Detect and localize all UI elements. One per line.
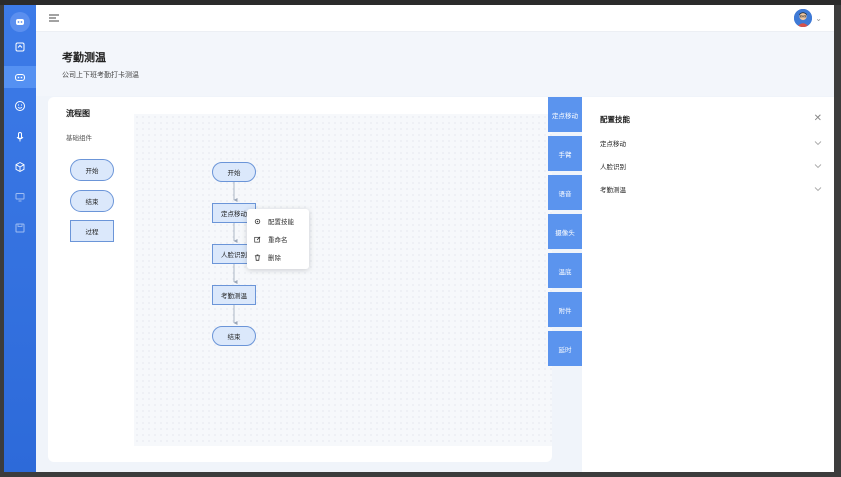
avatar[interactable] [794,9,812,27]
config-section-attendance[interactable]: 考勤测温 [600,184,822,198]
chevron-down-icon [814,164,822,169]
chevron-down-icon [814,141,822,146]
robot-icon[interactable] [4,66,36,88]
flow-connectors [233,182,238,325]
config-section-face[interactable]: 人脸识别 [600,161,822,175]
context-menu: 配置技能 重命名 删除 [247,209,309,269]
context-menu-configure[interactable]: 配置技能 [254,214,294,228]
app-root: ⌄ 考勤测温 公司上下班考勤打卡测温 流程图 基础组件 开始 结束 过程 开始 … [4,5,834,472]
config-section-move[interactable]: 定点移动 [600,138,822,152]
context-menu-rename[interactable]: 重命名 [254,232,288,246]
config-section-attendance-label: 考勤测温 [600,186,626,194]
flow-node-start[interactable]: 开始 [212,162,256,182]
palette-node-end[interactable]: 结束 [70,190,114,212]
page-header: 考勤测温 公司上下班考勤打卡测温 [36,32,834,96]
chevron-down-icon [814,187,822,192]
config-section-move-label: 定点移动 [600,140,626,148]
flow-node-attendance[interactable]: 考勤测温 [212,285,256,305]
palette-node-start[interactable]: 开始 [70,159,114,181]
trash-icon [254,253,261,261]
skill-tab-voice[interactable]: 语音 [548,175,582,210]
home-icon[interactable] [4,36,36,58]
context-menu-configure-label: 配置技能 [268,218,294,226]
skill-tab-arm[interactable]: 手臂 [548,136,582,171]
config-panel-title: 配置技能 [600,115,630,124]
palette-group-label: 基础组件 [66,134,92,142]
skill-tab-base[interactable]: 温底 [548,253,582,288]
flow-node-end[interactable]: 结束 [212,326,256,346]
chevron-down-icon[interactable]: ⌄ [815,14,822,23]
flow-editor-title: 流程图 [66,109,90,118]
microphone-icon[interactable] [4,126,36,148]
context-menu-delete[interactable]: 删除 [254,250,281,264]
page-subtitle: 公司上下班考勤打卡测温 [62,71,139,79]
palette-node-process[interactable]: 过程 [70,220,114,242]
page-title: 考勤测温 [62,51,106,64]
skill-tab-delay[interactable]: 延时 [548,331,582,366]
gear-icon [254,218,261,224]
robot-logo-icon[interactable] [10,12,30,32]
skill-tab-camera[interactable]: 摄像头 [548,214,582,249]
config-panel: 配置技能 ✕ 定点移动 人脸识别 考勤测温 [582,97,834,472]
edit-icon [254,236,261,242]
skill-tab-attachment[interactable]: 附件 [548,292,582,327]
context-menu-delete-label: 删除 [268,254,281,262]
face-icon[interactable] [4,95,36,117]
config-section-face-label: 人脸识别 [600,163,626,171]
window-frame: ⌄ 考勤测温 公司上下班考勤打卡测温 流程图 基础组件 开始 结束 过程 开始 … [0,0,841,477]
left-rail [4,5,36,472]
top-header: ⌄ [36,5,834,32]
skill-tab-move[interactable]: 定点移动 [548,97,582,132]
flow-editor-card: 流程图 基础组件 开始 结束 过程 开始 定点移动 人脸识别 考勤测温 结束 [48,97,552,462]
menu-icon[interactable] [48,13,60,23]
cube-icon[interactable] [4,156,36,178]
close-icon[interactable]: ✕ [814,113,822,124]
monitor-icon[interactable] [4,186,36,208]
save-icon[interactable] [4,217,36,239]
context-menu-rename-label: 重命名 [268,236,288,244]
flow-canvas[interactable]: 开始 定点移动 人脸识别 考勤测温 结束 [134,114,552,446]
